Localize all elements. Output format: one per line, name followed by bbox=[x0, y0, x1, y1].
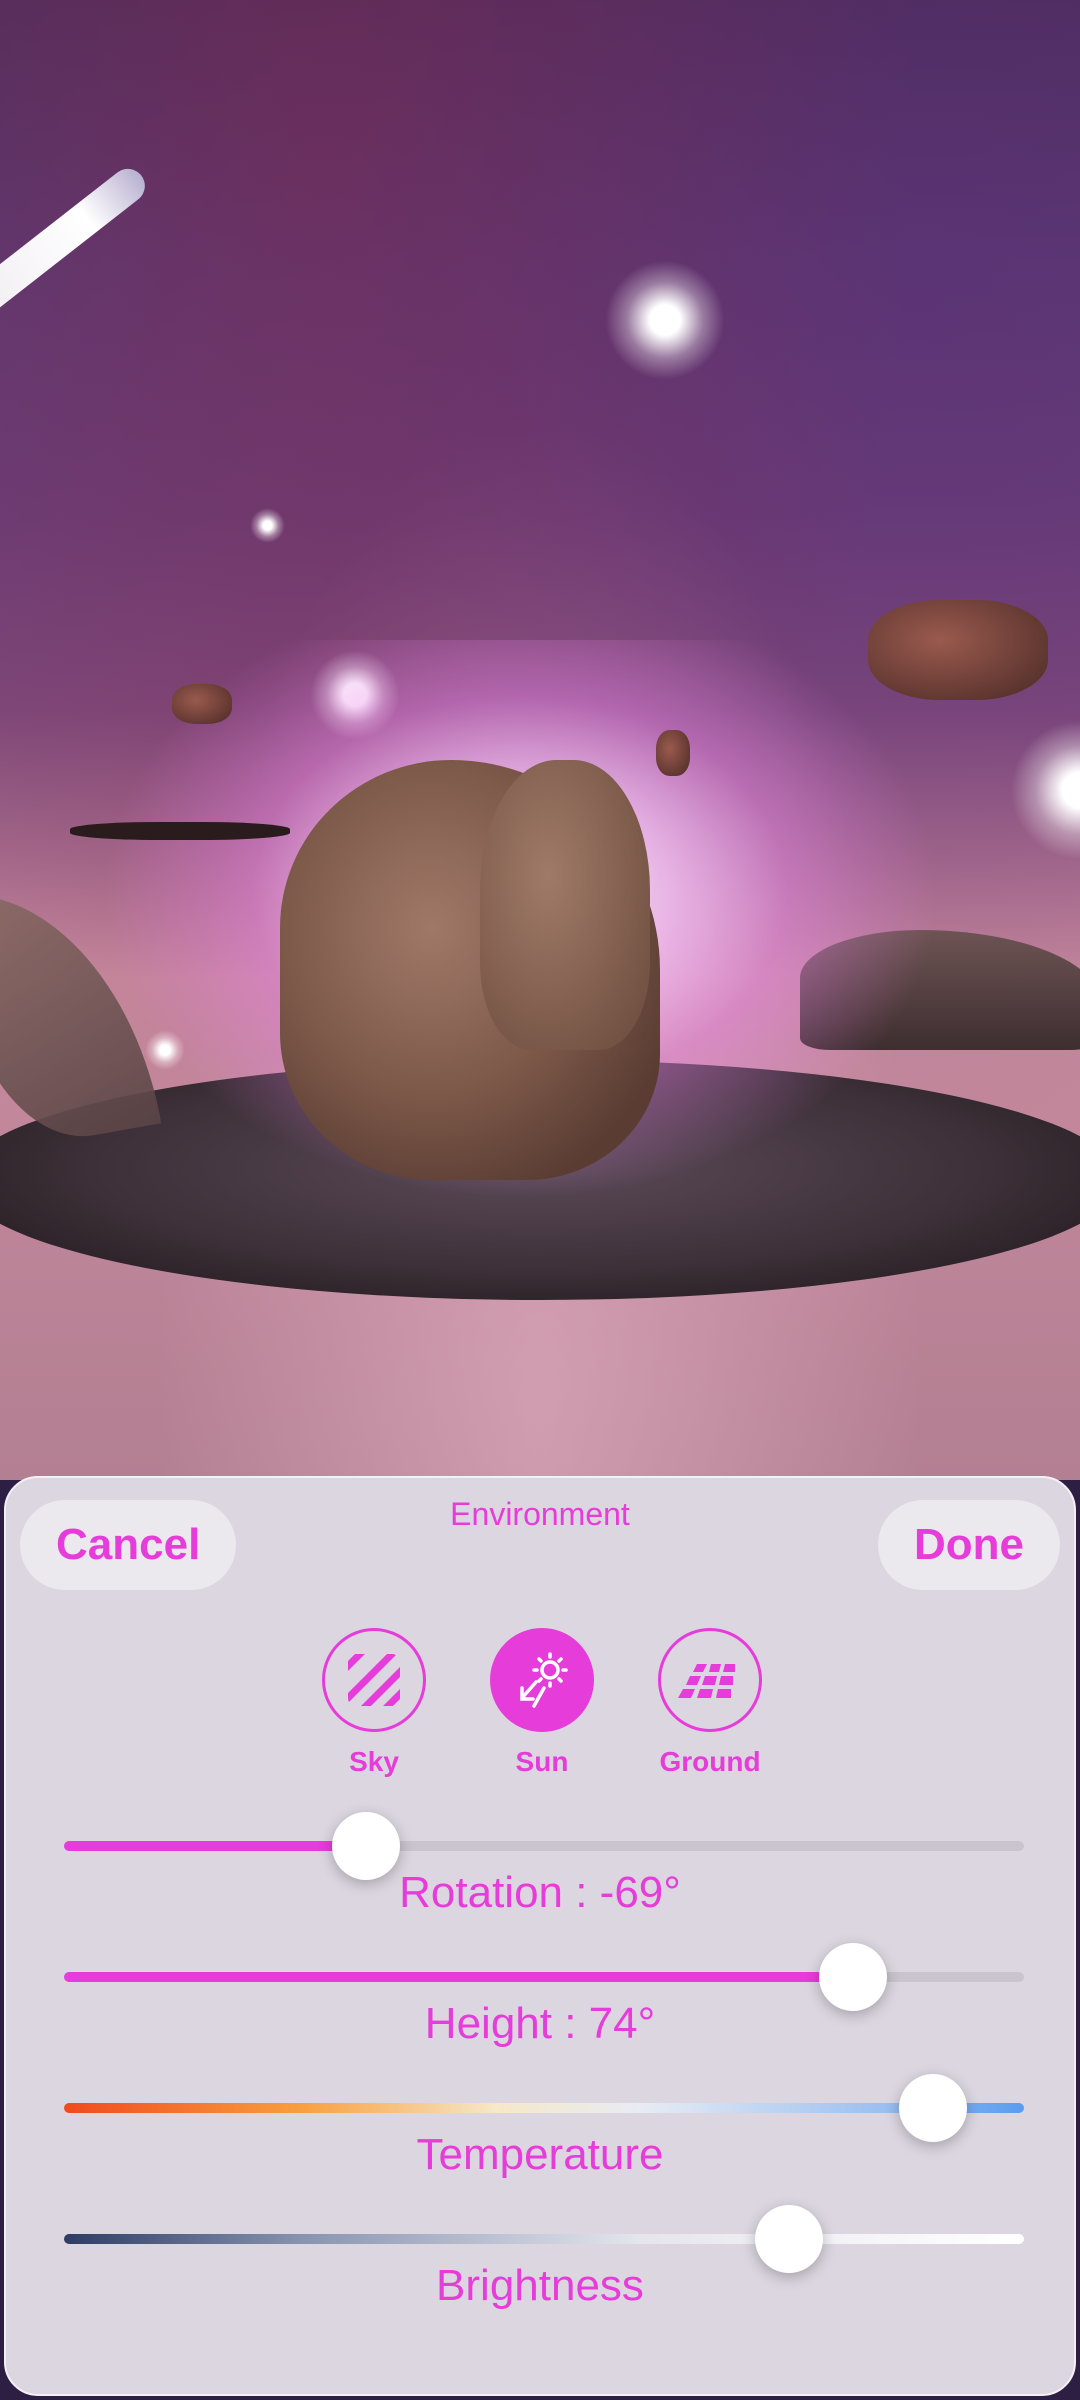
done-button[interactable]: Done bbox=[878, 1500, 1060, 1590]
temperature-label: Temperature bbox=[416, 2130, 664, 2179]
scene-viewport[interactable] bbox=[0, 0, 1080, 1480]
light-orb bbox=[250, 508, 285, 543]
temperature-slider[interactable] bbox=[64, 2074, 1024, 2142]
mode-sky-button[interactable]: Sky bbox=[319, 1628, 429, 1778]
brightness-label: Brightness bbox=[436, 2261, 644, 2310]
brightness-slider[interactable] bbox=[64, 2205, 1024, 2273]
rotation-slider-fill bbox=[64, 1841, 367, 1851]
environment-sheet: Cancel Environment Done Sky Sun Ground R… bbox=[4, 1476, 1076, 2396]
mode-sky-label: Sky bbox=[349, 1746, 399, 1777]
sun-direction-icon bbox=[520, 1652, 568, 1708]
floating-debris bbox=[868, 600, 1048, 700]
mode-sun-label: Sun bbox=[515, 1746, 569, 1777]
mode-ground-circle bbox=[658, 1628, 762, 1732]
height-label: Height : 74° bbox=[424, 1999, 656, 2048]
mode-ground-label: Ground bbox=[659, 1746, 761, 1777]
mode-sun-circle bbox=[490, 1628, 594, 1732]
floating-debris bbox=[172, 684, 232, 724]
height-slider[interactable] bbox=[64, 1943, 1024, 2011]
floating-debris bbox=[656, 730, 690, 776]
rock-sculpture-top bbox=[480, 760, 650, 1050]
rotation-label: Rotation : -69° bbox=[399, 1868, 681, 1917]
mode-ground-button[interactable]: Ground bbox=[655, 1628, 765, 1778]
mode-sun-button[interactable]: Sun bbox=[487, 1628, 597, 1778]
rotation-slider[interactable] bbox=[64, 1812, 1024, 1880]
sky-stripes-icon bbox=[348, 1654, 400, 1706]
height-slider-fill bbox=[64, 1972, 854, 1982]
light-orb bbox=[605, 260, 725, 380]
ground-grid-icon bbox=[678, 1664, 735, 1698]
mode-sky-circle bbox=[322, 1628, 426, 1732]
floating-debris bbox=[70, 822, 290, 840]
